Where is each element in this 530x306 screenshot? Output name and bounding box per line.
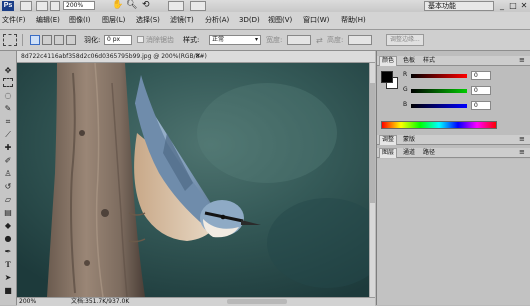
width-label: 宽度: [266, 36, 283, 44]
shape-tool-icon[interactable]: ■ [2, 285, 14, 296]
bridge-icon[interactable] [20, 1, 32, 11]
horizontal-scrollbar-thumb[interactable] [227, 299, 287, 304]
eyedropper-tool-icon[interactable]: ⟋ [2, 129, 14, 140]
channel-g-label: G [403, 86, 408, 93]
lasso-tool-icon[interactable]: ◌ [2, 90, 14, 101]
layers-panel-body [377, 159, 530, 305]
dodge-tool-icon[interactable]: ● [2, 233, 14, 244]
blur-tool-icon[interactable]: ◆ [2, 220, 14, 231]
nuthatch-photo [17, 63, 369, 297]
adjustments-panel-tabs: 调整 蒙版 ≡ [377, 135, 530, 145]
swap-dimensions-icon[interactable]: ⇄ [316, 36, 323, 45]
menu-select[interactable]: 选择(S) [136, 16, 160, 25]
close-document-icon[interactable]: ✕ [195, 51, 201, 61]
blue-slider[interactable] [411, 104, 467, 108]
close-button[interactable]: ✕ [518, 0, 530, 11]
right-panel-dock: 颜色 色板 样式 ≡ R 0 G 0 B 0 调整 蒙版 ≡ 图层 通道 路径 … [376, 51, 530, 305]
width-input[interactable] [287, 35, 311, 45]
crop-tool-icon[interactable]: ⌗ [2, 116, 14, 127]
menu-window[interactable]: 窗口(W) [303, 16, 329, 25]
menu-edit[interactable]: 编辑(E) [36, 16, 60, 25]
photoshop-logo: Ps [2, 1, 14, 11]
arrange-documents-icon[interactable] [168, 1, 184, 11]
red-value-input[interactable]: 0 [471, 71, 491, 80]
mini-bridge-icon[interactable] [36, 1, 48, 11]
foreground-color-swatch-top [381, 71, 393, 83]
rotate-view-icon[interactable]: ⟲ [142, 0, 150, 11]
healing-brush-tool-icon[interactable]: ✚ [2, 142, 14, 153]
menu-image[interactable]: 图像(I) [69, 16, 91, 25]
vertical-scrollbar[interactable] [369, 63, 375, 297]
add-to-selection-icon[interactable] [42, 35, 52, 45]
menu-view[interactable]: 视图(V) [268, 16, 292, 25]
menu-layer[interactable]: 图层(L) [102, 16, 125, 25]
refine-edge-button[interactable]: 调整边缘... [386, 34, 424, 46]
menu-filter[interactable]: 滤镜(T) [170, 16, 194, 25]
divider [22, 34, 23, 46]
style-select-value: 正常 [212, 36, 225, 43]
menu-bar: 文件(F) 编辑(E) 图像(I) 图层(L) 选择(S) 滤镜(T) 分析(A… [0, 12, 530, 30]
style-select[interactable]: 正常 ▾ [209, 35, 261, 45]
antialias-checkbox[interactable] [137, 36, 144, 43]
quick-selection-tool-icon[interactable]: ✎ [2, 103, 14, 114]
clone-stamp-tool-icon[interactable]: ♙ [2, 168, 14, 179]
feather-label: 羽化: [84, 36, 101, 44]
document-title: 8d722c4116abf358d2c06d0365795b99.jpg @ 2… [21, 53, 207, 60]
history-brush-tool-icon[interactable]: ↺ [2, 181, 14, 192]
scrollbar-thumb[interactable] [370, 83, 375, 203]
height-label: 高度: [327, 36, 344, 44]
eraser-tool-icon[interactable]: ▱ [2, 194, 14, 205]
antialias-label: 消除锯齿 [146, 36, 174, 44]
style-label: 样式: [183, 36, 200, 44]
hand-tool-icon[interactable]: ✋ [112, 0, 123, 11]
green-slider[interactable] [411, 89, 467, 93]
chevron-down-icon: ▾ [254, 36, 258, 43]
toolbox: ✥ ◌ ✎ ⌗ ⟋ ✚ ✐ ♙ ↺ ▱ ▤ ◆ ● ✒ T ➤ ■ [0, 51, 17, 305]
red-slider[interactable] [411, 74, 467, 78]
tab-paths[interactable]: 路径 [421, 149, 437, 157]
tab-channels[interactable]: 通道 [401, 149, 417, 157]
workspace-switcher[interactable]: 基本功能 [424, 1, 494, 11]
screen-mode-icon[interactable] [190, 1, 206, 11]
view-extras-icon[interactable] [50, 1, 60, 11]
blue-value-input[interactable]: 0 [471, 101, 491, 110]
panel-menu-icon[interactable]: ≡ [519, 56, 525, 65]
height-input[interactable] [348, 35, 372, 45]
tab-adjustments[interactable]: 调整 [379, 135, 398, 145]
document-tab[interactable]: 8d722c4116abf358d2c06d0365795b99.jpg @ 2… [17, 51, 375, 63]
menu-file[interactable]: 文件(F) [2, 16, 26, 25]
brush-tool-icon[interactable]: ✐ [2, 155, 14, 166]
feather-input[interactable]: 0 px [104, 35, 132, 45]
type-tool-icon[interactable]: T [2, 259, 14, 270]
tab-masks[interactable]: 蒙版 [401, 136, 417, 144]
color-panel-tabs: 颜色 色板 样式 ≡ [377, 56, 530, 66]
move-tool-icon[interactable]: ✥ [2, 65, 14, 76]
tab-layers[interactable]: 图层 [379, 148, 398, 158]
channel-r-label: R [403, 71, 408, 78]
green-value-input[interactable]: 0 [471, 86, 491, 95]
tab-color[interactable]: 颜色 [379, 56, 398, 66]
menu-analysis[interactable]: 分析(A) [205, 16, 229, 25]
zoom-tool-icon[interactable]: 🔍︎ [126, 0, 137, 11]
marquee-preset-icon[interactable] [3, 34, 17, 46]
tab-styles[interactable]: 样式 [421, 57, 437, 65]
path-selection-tool-icon[interactable]: ➤ [2, 272, 14, 283]
rectangular-marquee-tool-icon[interactable] [3, 78, 13, 87]
tab-swatches[interactable]: 色板 [401, 57, 417, 65]
intersect-selection-icon[interactable] [66, 35, 76, 45]
layers-panel-tabs: 图层 通道 路径 ≡ [377, 148, 530, 158]
tool-options-bar: 羽化: 0 px 消除锯齿 样式: 正常 ▾ 宽度: ⇄ 高度: 调整边缘... [0, 30, 530, 51]
color-spectrum-ramp[interactable] [381, 121, 497, 129]
panel-menu-icon[interactable]: ≡ [519, 148, 525, 157]
menu-help[interactable]: 帮助(H) [341, 16, 366, 25]
zoom-level-dropdown[interactable]: 200% [63, 1, 95, 10]
image-canvas[interactable] [17, 63, 369, 297]
subtract-selection-icon[interactable] [54, 35, 64, 45]
pen-tool-icon[interactable]: ✒ [2, 246, 14, 257]
gradient-tool-icon[interactable]: ▤ [2, 207, 14, 218]
new-selection-icon[interactable] [30, 35, 40, 45]
channel-b-label: B [403, 101, 408, 108]
panel-menu-icon[interactable]: ≡ [519, 135, 525, 144]
menu-3d[interactable]: 3D(D) [239, 16, 260, 25]
